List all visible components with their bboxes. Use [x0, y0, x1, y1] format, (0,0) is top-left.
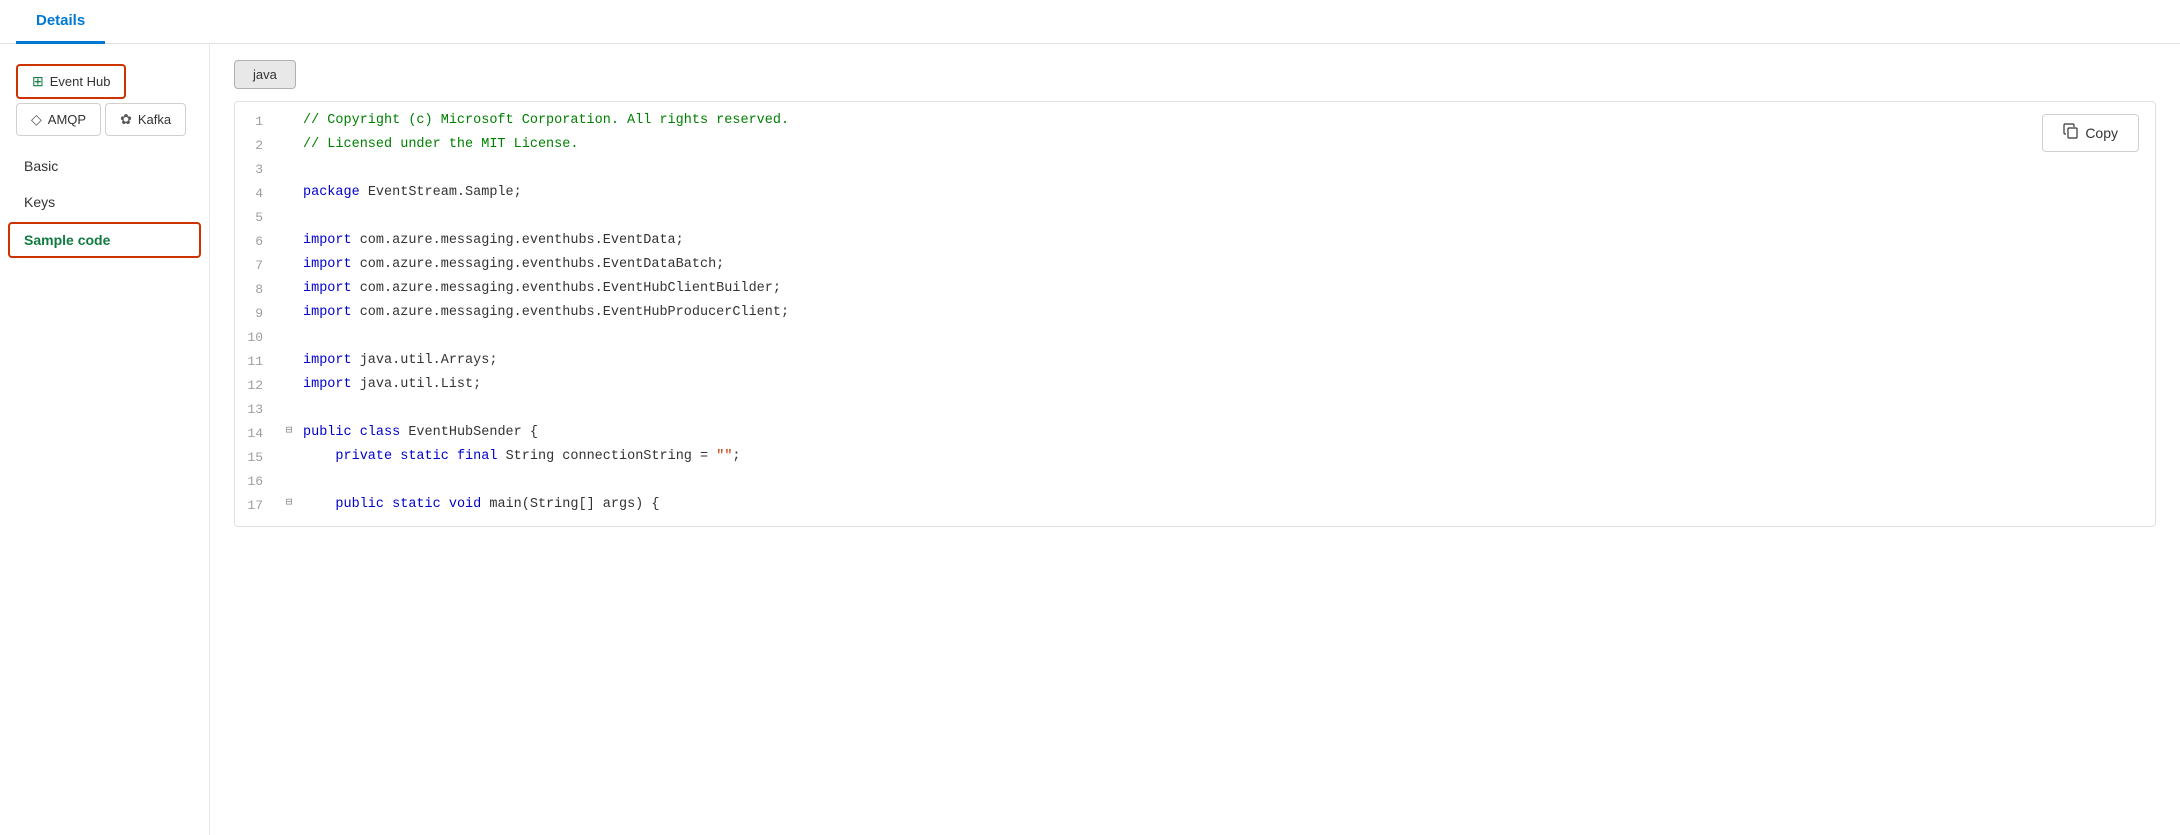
copy-button[interactable]: Copy — [2042, 114, 2139, 152]
code-line: 9 import com.azure.messaging.eventhubs.E… — [235, 302, 2155, 326]
fold-icon[interactable]: ⊟ — [279, 494, 299, 513]
protocol-tabs: ⊞ Event Hub ◇ AMQP ✿ Kafka — [0, 52, 209, 144]
line-content: // Copyright (c) Microsoft Corporation. … — [299, 110, 2155, 133]
code-line: 11 import java.util.Arrays; — [235, 350, 2155, 374]
copy-icon — [2063, 123, 2079, 143]
nav-item-keys-label: Keys — [24, 194, 55, 210]
tab-details[interactable]: Details — [16, 0, 105, 44]
code-wrapper: Copy 1 // Copyright (c) Microsoft Corpor… — [234, 101, 2156, 527]
code-editor: 1 // Copyright (c) Microsoft Corporation… — [235, 102, 2155, 526]
code-line: 1 // Copyright (c) Microsoft Corporation… — [235, 110, 2155, 134]
line-content: // Licensed under the MIT License. — [299, 134, 2155, 157]
protocol-tab-eventhub[interactable]: ⊞ Event Hub — [16, 64, 126, 99]
nav-item-basic-label: Basic — [24, 158, 58, 174]
code-line: 17 ⊟ public static void main(String[] ar… — [235, 494, 2155, 518]
line-number: 13 — [235, 398, 279, 421]
protocol-tab-amqp-label: AMQP — [48, 112, 86, 127]
kafka-icon: ✿ — [120, 111, 132, 128]
line-number: 2 — [235, 134, 279, 157]
line-number: 5 — [235, 206, 279, 229]
line-content: import com.azure.messaging.eventhubs.Eve… — [299, 302, 2155, 325]
line-number: 6 — [235, 230, 279, 253]
code-line: 16 — [235, 470, 2155, 494]
code-line: 10 — [235, 326, 2155, 350]
line-content: import com.azure.messaging.eventhubs.Eve… — [299, 254, 2155, 277]
protocol-tab-kafka[interactable]: ✿ Kafka — [105, 103, 186, 136]
line-number: 8 — [235, 278, 279, 301]
copy-button-label: Copy — [2085, 125, 2118, 141]
line-content: public static void main(String[] args) { — [299, 494, 2155, 517]
sidebar: ⊞ Event Hub ◇ AMQP ✿ Kafka Basic — [0, 44, 210, 835]
code-line: 8 import com.azure.messaging.eventhubs.E… — [235, 278, 2155, 302]
line-number: 14 — [235, 422, 279, 445]
code-line: 4 package EventStream.Sample; — [235, 182, 2155, 206]
protocol-tab-amqp[interactable]: ◇ AMQP — [16, 103, 101, 136]
nav-item-keys[interactable]: Keys — [0, 184, 209, 220]
lang-tab-java-label: java — [253, 67, 277, 82]
line-number: 9 — [235, 302, 279, 325]
main-layout: ⊞ Event Hub ◇ AMQP ✿ Kafka Basic — [0, 44, 2180, 835]
line-number: 1 — [235, 110, 279, 133]
line-content: package EventStream.Sample; — [299, 182, 2155, 205]
nav-item-basic[interactable]: Basic — [0, 148, 209, 184]
line-content: private static final String connectionSt… — [299, 446, 2155, 469]
code-line: 7 import com.azure.messaging.eventhubs.E… — [235, 254, 2155, 278]
line-content: import com.azure.messaging.eventhubs.Eve… — [299, 278, 2155, 301]
code-line: 6 import com.azure.messaging.eventhubs.E… — [235, 230, 2155, 254]
line-number: 11 — [235, 350, 279, 373]
top-tabs: Details — [0, 0, 2180, 44]
line-number: 17 — [235, 494, 279, 517]
code-line: 12 import java.util.List; — [235, 374, 2155, 398]
line-number: 3 — [235, 158, 279, 181]
line-content: import com.azure.messaging.eventhubs.Eve… — [299, 230, 2155, 253]
page-container: Details ⊞ Event Hub ◇ AMQP ✿ Kafka — [0, 0, 2180, 835]
line-content: import java.util.List; — [299, 374, 2155, 397]
line-number: 15 — [235, 446, 279, 469]
line-content: import java.util.Arrays; — [299, 350, 2155, 373]
line-content: public class EventHubSender { — [299, 422, 2155, 445]
code-line: 14 ⊟ public class EventHubSender { — [235, 422, 2155, 446]
line-number: 4 — [235, 182, 279, 205]
amqp-icon: ◇ — [31, 111, 42, 128]
nav-items: Basic Keys Sample code — [0, 148, 209, 258]
nav-item-samplecode[interactable]: Sample code — [8, 222, 201, 258]
eventhub-icon: ⊞ — [32, 73, 44, 90]
nav-item-samplecode-label: Sample code — [24, 232, 110, 248]
code-line: 15 private static final String connectio… — [235, 446, 2155, 470]
fold-icon[interactable]: ⊟ — [279, 422, 299, 441]
line-number: 12 — [235, 374, 279, 397]
lang-tab-java[interactable]: java — [234, 60, 296, 89]
protocol-tab-eventhub-label: Event Hub — [50, 74, 111, 89]
line-number: 16 — [235, 470, 279, 493]
line-number: 7 — [235, 254, 279, 277]
code-line: 13 — [235, 398, 2155, 422]
lang-tab-bar: java — [234, 60, 2156, 89]
code-line: 5 — [235, 206, 2155, 230]
protocol-tab-kafka-label: Kafka — [138, 112, 171, 127]
code-line: 3 — [235, 158, 2155, 182]
content-area: java Copy — [210, 44, 2180, 835]
line-number: 10 — [235, 326, 279, 349]
code-line: 2 // Licensed under the MIT License. — [235, 134, 2155, 158]
